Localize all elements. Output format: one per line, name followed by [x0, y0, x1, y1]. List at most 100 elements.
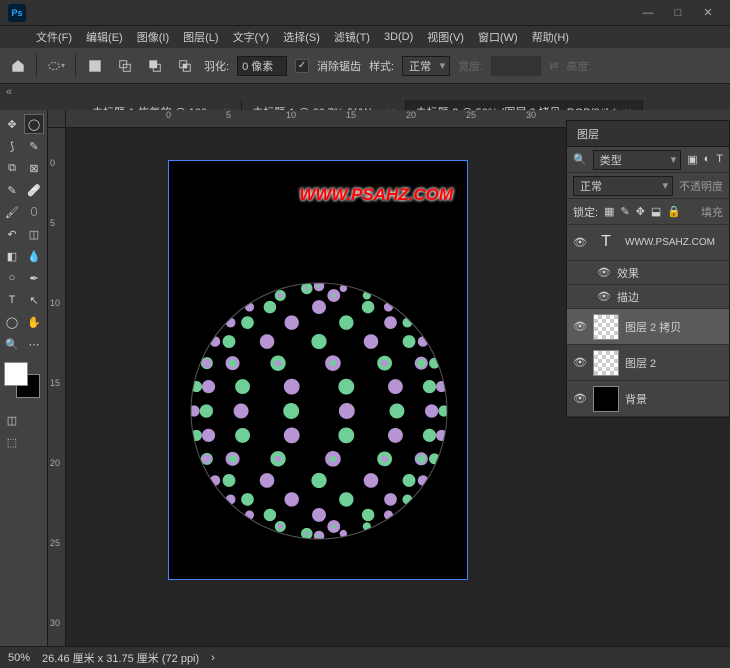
filter-type-icon[interactable]: T: [716, 153, 723, 166]
options-bar: ▾ 羽化: 消除锯齿 样式: 正常 宽度: ⇄ 高度:: [0, 48, 730, 84]
lock-all-icon[interactable]: ✥: [636, 205, 645, 218]
menu-file[interactable]: 文件(F): [30, 27, 78, 47]
path-tool-icon[interactable]: ↖: [24, 290, 44, 310]
eraser-tool-icon[interactable]: ◫: [24, 224, 44, 244]
artboard: WWW.PSAHZ.COM: [168, 160, 468, 580]
selection-add-icon[interactable]: [114, 55, 136, 77]
feather-input[interactable]: [237, 56, 287, 76]
menu-image[interactable]: 图像(I): [131, 27, 175, 47]
visibility-icon[interactable]: 👁: [597, 266, 611, 280]
screenmode-icon[interactable]: ⬚: [2, 432, 22, 452]
menu-edit[interactable]: 编辑(E): [80, 27, 129, 47]
type-tool-icon[interactable]: T: [2, 290, 22, 310]
visibility-icon[interactable]: 👁: [573, 320, 587, 334]
swap-icon[interactable]: ⇄: [549, 59, 558, 72]
menu-view[interactable]: 视图(V): [421, 27, 470, 47]
width-label: 宽度:: [458, 58, 483, 74]
search-icon[interactable]: 🔍: [573, 153, 587, 166]
home-icon[interactable]: [8, 56, 28, 76]
fill-label: 填充: [701, 204, 723, 220]
pen-tool-icon[interactable]: ✒: [24, 268, 44, 288]
menu-layer[interactable]: 图层(L): [177, 27, 224, 47]
dodge-tool-icon[interactable]: ○: [2, 268, 22, 288]
hand-tool-icon[interactable]: ✋: [24, 312, 44, 332]
marquee-tool-icon[interactable]: ◯: [24, 114, 44, 134]
layers-panel: 图层 🔍 类型 ▣ ◐ T 正常 不透明度 锁定: ▦ ✎ ✥ ⬓ 🔒 填充 👁…: [566, 120, 730, 418]
ruler-vertical[interactable]: 0 5 10 15 20 25 30: [48, 128, 66, 646]
close-button[interactable]: ✕: [694, 3, 722, 23]
zoom-tool-icon[interactable]: 🔍: [2, 334, 22, 354]
layer-name[interactable]: 背景: [625, 391, 647, 407]
antialias-checkbox[interactable]: [295, 59, 309, 73]
layer-text[interactable]: 👁 T WWW.PSAHZ.COM: [567, 225, 729, 261]
quickmask-icon[interactable]: ◫: [2, 410, 22, 430]
lock-artboard-icon[interactable]: ⬓: [651, 205, 661, 218]
menu-help[interactable]: 帮助(H): [526, 27, 575, 47]
maximize-button[interactable]: □: [664, 3, 692, 23]
menu-select[interactable]: 选择(S): [277, 27, 326, 47]
crop-tool-icon[interactable]: ⧉: [2, 158, 22, 178]
selection-new-icon[interactable]: [84, 55, 106, 77]
shape-tool-icon[interactable]: ◯: [2, 312, 22, 332]
move-tool-icon[interactable]: ✥: [2, 114, 22, 134]
doc-info[interactable]: 26.46 厘米 x 31.75 厘米 (72 ppi): [42, 650, 199, 666]
menu-type[interactable]: 文字(Y): [227, 27, 276, 47]
frame-tool-icon[interactable]: ⊠: [24, 158, 44, 178]
watermark-text: WWW.PSAHZ.COM: [299, 185, 453, 205]
eyedropper-tool-icon[interactable]: ✎: [2, 180, 22, 200]
ruler-origin[interactable]: [48, 110, 66, 128]
layer-background[interactable]: 👁 背景: [567, 381, 729, 417]
visibility-icon[interactable]: 👁: [573, 236, 587, 250]
layer-name[interactable]: WWW.PSAHZ.COM: [625, 237, 715, 248]
antialias-label: 消除锯齿: [317, 58, 361, 74]
blur-tool-icon[interactable]: 💧: [24, 246, 44, 266]
lock-position-icon[interactable]: ✎: [620, 205, 629, 218]
marquee-ellipse-icon[interactable]: ▾: [45, 55, 67, 77]
layer-stroke-effect[interactable]: 👁 描边: [567, 285, 729, 309]
layer-name[interactable]: 图层 2 拷贝: [625, 319, 681, 335]
visibility-icon[interactable]: 👁: [573, 392, 587, 406]
layers-tab-label[interactable]: 图层: [577, 126, 599, 142]
blend-mode-dropdown[interactable]: 正常: [573, 176, 673, 196]
status-bar: 50% 26.46 厘米 x 31.75 厘米 (72 ppi) ›: [0, 646, 730, 668]
app-logo: Ps: [8, 4, 26, 22]
layer-thumb: [593, 314, 619, 340]
heal-tool-icon[interactable]: 🩹: [24, 180, 44, 200]
menu-filter[interactable]: 滤镜(T): [328, 27, 376, 47]
feather-label: 羽化:: [204, 58, 229, 74]
zoom-level[interactable]: 50%: [8, 652, 30, 664]
filter-type-dropdown[interactable]: 类型: [593, 150, 682, 170]
visibility-icon[interactable]: 👁: [597, 290, 611, 304]
filter-image-icon[interactable]: ▣: [687, 153, 697, 166]
layer-effects[interactable]: 👁 效果: [567, 261, 729, 285]
collapse-icon[interactable]: «: [0, 84, 14, 98]
toolbox: ✥◯ ⟆✎ ⧉⊠ ✎🩹 🖌⬯ ↶◫ ◧💧 ○✒ T↖ ◯✋ 🔍⋯ ◫ ⬚: [0, 110, 48, 646]
gradient-tool-icon[interactable]: ◧: [2, 246, 22, 266]
menu-3d[interactable]: 3D(D): [378, 29, 419, 45]
selection-subtract-icon[interactable]: [144, 55, 166, 77]
stamp-tool-icon[interactable]: ⬯: [24, 202, 44, 222]
lock-pixels-icon[interactable]: ▦: [604, 205, 614, 218]
height-label: 高度:: [566, 58, 591, 74]
lock-label: 锁定:: [573, 204, 598, 220]
minimize-button[interactable]: —: [634, 3, 662, 23]
history-brush-icon[interactable]: ↶: [2, 224, 22, 244]
filter-adjust-icon[interactable]: ◐: [704, 153, 711, 166]
style-label: 样式:: [369, 58, 394, 74]
more-tools-icon[interactable]: ⋯: [24, 334, 44, 354]
layer-2[interactable]: 👁 图层 2: [567, 345, 729, 381]
menu-window[interactable]: 窗口(W): [472, 27, 524, 47]
layer-thumb-text: T: [593, 230, 619, 256]
lock-icon[interactable]: 🔒: [667, 205, 681, 218]
quick-select-tool-icon[interactable]: ✎: [24, 136, 44, 156]
lasso-tool-icon[interactable]: ⟆: [2, 136, 22, 156]
color-swatches[interactable]: [2, 362, 42, 402]
selection-intersect-icon[interactable]: [174, 55, 196, 77]
brush-tool-icon[interactable]: 🖌: [2, 202, 22, 222]
chevron-right-icon[interactable]: ›: [211, 652, 215, 664]
style-dropdown[interactable]: 正常: [402, 56, 450, 76]
layer-copy[interactable]: 👁 图层 2 拷贝: [567, 309, 729, 345]
visibility-icon[interactable]: 👁: [573, 356, 587, 370]
layer-name[interactable]: 图层 2: [625, 355, 656, 371]
sphere-artwork: [189, 281, 449, 541]
